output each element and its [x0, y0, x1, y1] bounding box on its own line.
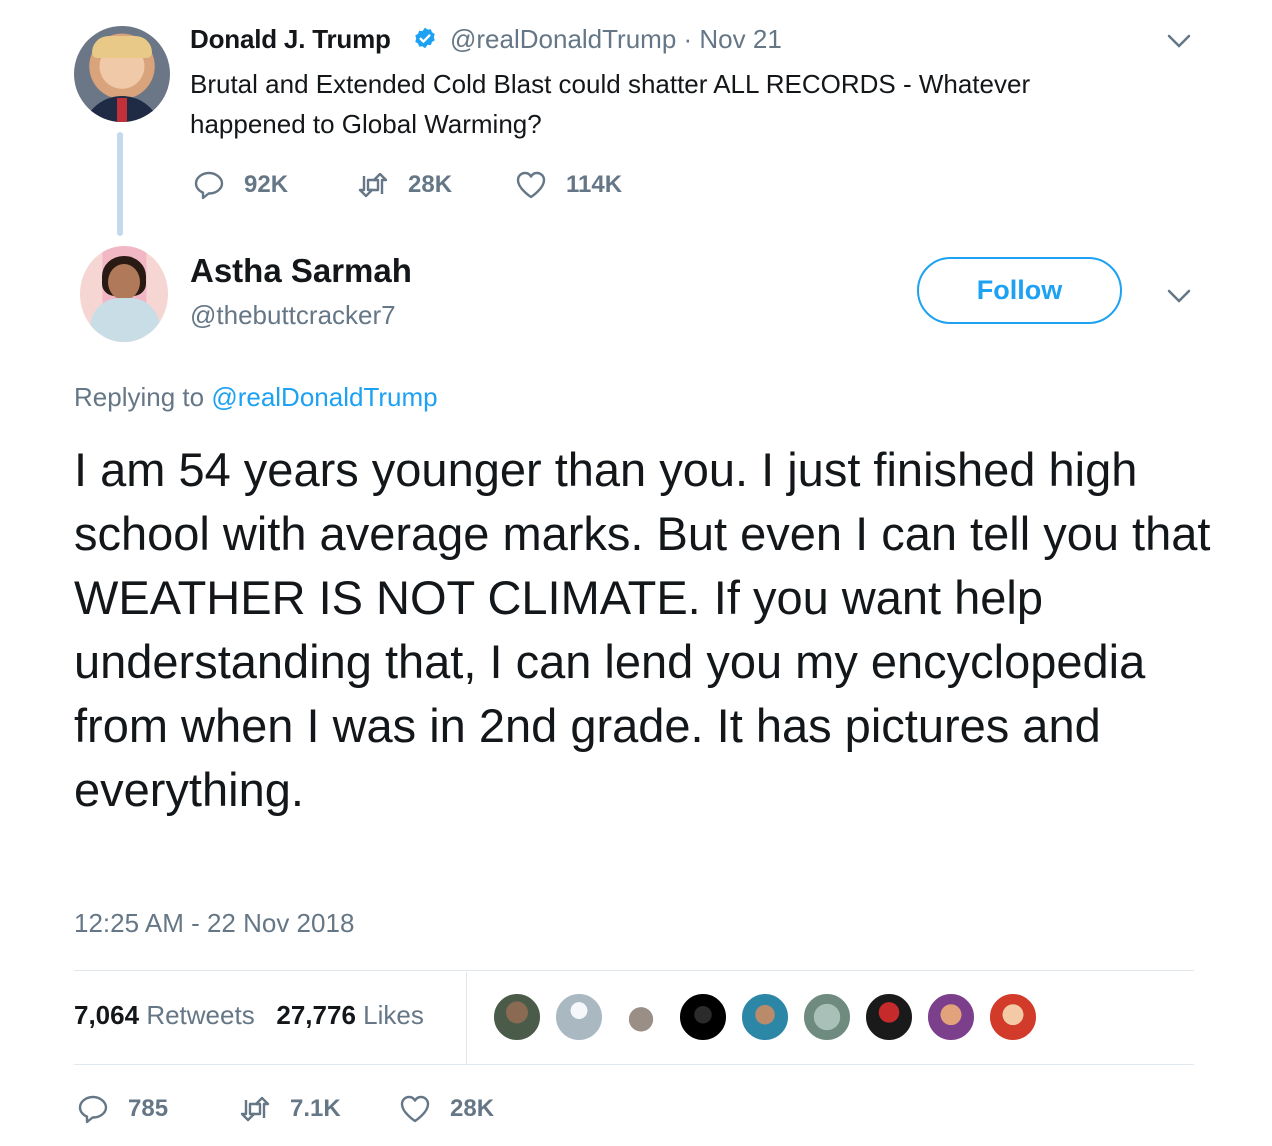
reply-action[interactable]: 785 [76, 1092, 168, 1126]
liker-avatar[interactable] [802, 992, 852, 1042]
liker-avatar[interactable] [616, 992, 666, 1042]
parent-author-name[interactable]: Donald J. Trump [190, 24, 391, 55]
parent-handle-date[interactable]: @realDonaldTrump · Nov 21 [450, 24, 782, 55]
reply-author-name[interactable]: Astha Sarmah [190, 252, 412, 290]
likes-label: Likes [363, 1000, 424, 1030]
parent-like-count: 114K [566, 171, 623, 198]
liker-avatar[interactable] [678, 992, 728, 1042]
engagement-stats: 7,064 Retweets 27,776 Likes [74, 1000, 424, 1031]
heart-icon [516, 171, 546, 199]
retweets-total: 7,064 [74, 1000, 140, 1030]
parent-tweet-text: Brutal and Extended Cold Blast could sha… [190, 69, 1031, 139]
chevron-down-icon[interactable] [1166, 32, 1192, 50]
reply-author-handle[interactable]: @thebuttcracker7 [190, 300, 396, 331]
parent-retweet-action[interactable]: 28K [356, 168, 452, 202]
retweet-icon [358, 172, 388, 198]
parent-reply-count: 92K [244, 171, 289, 198]
likes-stat[interactable]: 27,776 Likes [276, 1000, 423, 1030]
chevron-down-icon[interactable] [1166, 287, 1192, 305]
replying-prefix: Replying to [74, 382, 205, 412]
reply-icon [194, 171, 224, 200]
parent-reply-action[interactable]: 92K [192, 168, 288, 202]
parent-like-action[interactable]: 114K [514, 168, 622, 202]
reply-count: 785 [128, 1095, 169, 1122]
like-action[interactable]: 28K [398, 1092, 494, 1126]
avatar-trump[interactable] [74, 26, 170, 122]
likes-total: 27,776 [276, 1000, 356, 1030]
heart-icon [400, 1095, 430, 1123]
retweet-icon [240, 1096, 270, 1122]
liker-avatar[interactable] [926, 992, 976, 1042]
liker-avatar[interactable] [864, 992, 914, 1042]
like-count: 28K [450, 1095, 495, 1122]
tweet-timestamp[interactable]: 12:25 AM - 22 Nov 2018 [74, 908, 354, 939]
thread-connector-line [117, 132, 123, 236]
replying-to-link[interactable]: @realDonaldTrump [211, 382, 437, 412]
divider [74, 970, 1194, 971]
reply-icon [78, 1095, 108, 1124]
divider [74, 1064, 1194, 1065]
liker-avatar[interactable] [988, 992, 1038, 1042]
replying-to-line: Replying to @realDonaldTrump [74, 382, 438, 413]
stats-vertical-divider [466, 972, 467, 1064]
retweet-count: 7.1K [290, 1095, 341, 1122]
liker-avatar[interactable] [492, 992, 542, 1042]
avatar-astha[interactable] [80, 246, 168, 342]
verified-badge-icon [415, 27, 435, 49]
retweet-action[interactable]: 7.1K [238, 1092, 341, 1126]
liker-avatar-default[interactable] [554, 992, 604, 1042]
retweets-stat[interactable]: 7,064 Retweets [74, 1000, 255, 1030]
parent-retweet-count: 28K [408, 171, 453, 198]
liker-avatars [492, 992, 1050, 1042]
follow-button[interactable]: Follow [917, 257, 1122, 324]
retweets-label: Retweets [146, 1000, 255, 1030]
reply-tweet-text: I am 54 years younger than you. I just f… [74, 443, 1211, 816]
liker-avatar[interactable] [740, 992, 790, 1042]
